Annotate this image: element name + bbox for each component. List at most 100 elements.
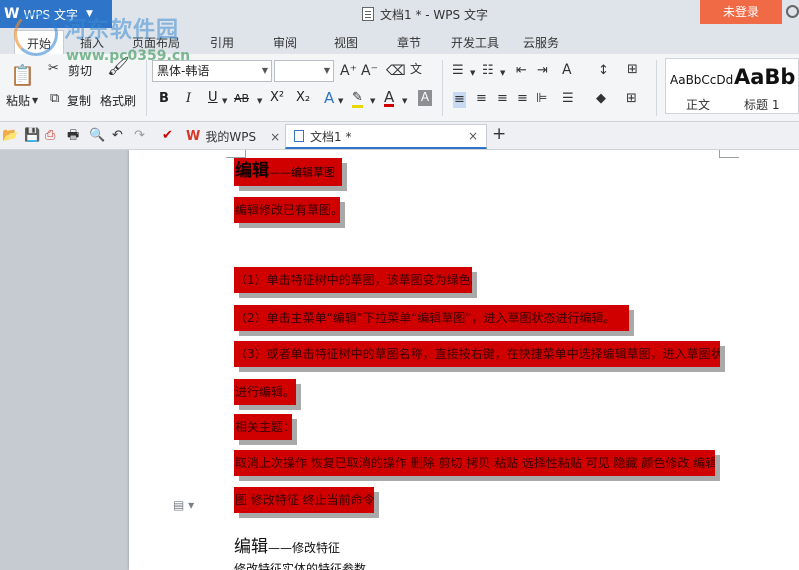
tab-references[interactable]: 引用 (210, 34, 234, 51)
chevron-down-icon[interactable]: ▼ (338, 94, 343, 108)
style-normal-sample[interactable]: AaBbCcDd (670, 73, 733, 87)
doc-line: （1）单击特征树中的草图，该草图变为绿色。 (234, 267, 472, 293)
sort-icon[interactable]: ↕ (598, 64, 609, 78)
tab-chapter[interactable]: 章节 (397, 34, 421, 51)
tab-page-layout[interactable]: 页面布局 (132, 34, 180, 51)
subscript-button[interactable]: X₂ (296, 90, 310, 105)
document-page[interactable]: ▤ ▾ 编辑——编辑草图 编辑修改已有草图。 （1）单击特征树中的草图，该草图变… (129, 150, 799, 570)
superscript-button[interactable]: X² (270, 90, 284, 105)
paragraph-layout-icon[interactable]: ▤ ▾ (173, 498, 194, 512)
style-heading1-sample[interactable]: AaBb (734, 65, 795, 89)
justify-icon[interactable]: ≡ (517, 92, 528, 106)
tab-cloud-service[interactable]: 云服务 (523, 34, 559, 51)
print-icon[interactable]: 🖶 (67, 129, 79, 143)
doc-line: （3）或者单击特征树中的草图名称，直接按右键，在快捷菜单中选择编辑草图，进入草图… (234, 341, 720, 367)
change-case-icon[interactable]: A (562, 63, 572, 77)
document-workspace: ▤ ▾ 编辑——编辑草图 编辑修改已有草图。 （1）单击特征树中的草图，该草图变… (0, 150, 799, 570)
paste-icon[interactable]: 📋 (10, 64, 35, 86)
underline-button[interactable]: U (208, 90, 218, 105)
document-icon (362, 7, 374, 21)
undo-icon[interactable]: ↶ (112, 129, 123, 143)
tab-document1[interactable]: 文档1 * × (285, 124, 487, 149)
align-center-icon[interactable]: ≡ (476, 92, 487, 106)
new-tab-button[interactable]: + (492, 126, 506, 143)
grow-font-icon[interactable]: A⁺ (340, 64, 357, 78)
tab-insert[interactable]: 插入 (80, 34, 104, 51)
font-color-icon[interactable]: A (384, 90, 395, 107)
borders-icon[interactable]: ⊞ (626, 92, 637, 106)
style-heading1-name[interactable]: 标题 1 (744, 96, 779, 113)
app-menu-button[interactable]: W WPS 文字 ▼ (0, 0, 112, 28)
document-icon (294, 130, 304, 142)
help-icon[interactable] (786, 5, 799, 18)
align-right-icon[interactable]: ≡ (497, 92, 508, 106)
chevron-down-icon[interactable]: ▼ (500, 66, 505, 80)
line-spacing-icon[interactable]: ☰ (562, 92, 574, 106)
tab-developer[interactable]: 开发工具 (451, 34, 499, 51)
close-icon[interactable]: × (270, 130, 280, 144)
text-effect-icon[interactable]: A (324, 91, 334, 106)
open-folder-icon[interactable]: 📂 (2, 129, 18, 143)
italic-button[interactable]: I (186, 91, 191, 106)
chevron-down-icon[interactable]: ▼ (402, 94, 407, 108)
save-icon[interactable]: 💾 (24, 129, 40, 143)
tab-my-wps[interactable]: W 我的WPS × (186, 124, 280, 149)
phonetic-icon[interactable]: 文 (410, 62, 422, 76)
redo-icon[interactable]: ↷ (134, 129, 145, 143)
distributed-align-icon[interactable]: ⊫ (536, 92, 547, 106)
chevron-down-icon[interactable]: ▼ (470, 66, 475, 80)
format-painter-button[interactable]: 格式刷 (100, 92, 136, 109)
copy-icon[interactable]: ⧉ (50, 92, 59, 106)
app-name: WPS 文字 (23, 7, 78, 22)
shading-icon[interactable]: ◆ (596, 92, 606, 106)
increase-indent-icon[interactable]: ⇥ (537, 64, 548, 78)
doc-heading-2-main: 编辑 (234, 537, 268, 557)
doc-heading-2-sub: ——修改特征 (268, 541, 341, 555)
font-name-value: 黑体-韩语 (157, 64, 210, 78)
highlight-color-icon[interactable]: ✎ (352, 91, 363, 108)
tab-home[interactable]: 开始 (14, 30, 65, 54)
window-title-text: 文档1 * - WPS 文字 (380, 7, 488, 22)
export-pdf-icon[interactable]: ⎙ (45, 129, 55, 143)
doc-line: 图 修改特征 终止当前命令 (234, 487, 374, 513)
ribbon-tab-bar: 开始 插入 页面布局 引用 审阅 视图 章节 开发工具 云服务 (0, 28, 799, 54)
scissors-icon[interactable]: ✂ (48, 62, 59, 76)
shrink-font-icon[interactable]: A⁻ (361, 64, 378, 78)
format-painter-icon[interactable]: 🖌 (107, 58, 130, 76)
doc-heading-main: 编辑 (235, 161, 269, 181)
clear-format-icon[interactable]: ⌫ (386, 64, 406, 78)
align-left-icon[interactable]: ≡ (453, 92, 466, 108)
strikethrough-button[interactable]: AB (234, 92, 249, 105)
login-button[interactable]: 未登录 (700, 0, 782, 24)
character-shading-icon[interactable]: A (418, 90, 432, 106)
customize-toolbar-icon[interactable]: ✔ (162, 129, 173, 143)
font-size-select[interactable]: ▼ (274, 60, 334, 82)
bold-button[interactable]: B (159, 91, 169, 106)
font-name-select[interactable]: 黑体-韩语 ▼ (152, 60, 272, 82)
doc-line: （2）单击主菜单“编辑”下拉菜单“编辑草图”，进入草图状态进行编辑。 (234, 305, 629, 331)
doc-heading-sub: ——编辑草图 (269, 166, 335, 179)
chevron-down-icon[interactable]: ▼ (257, 94, 262, 108)
print-preview-icon[interactable]: 🔍 (89, 129, 105, 143)
doc-heading-2: 编辑——修改特征 (234, 532, 340, 557)
tab-view[interactable]: 视图 (334, 34, 358, 51)
doc-tab-label: 文档1 * (310, 129, 352, 144)
copy-button[interactable]: 复制 (67, 92, 91, 109)
close-icon[interactable]: × (468, 129, 478, 143)
chevron-down-icon[interactable]: ▼ (222, 94, 227, 108)
cut-button[interactable]: 剪切 (68, 62, 92, 79)
numbered-list-icon[interactable]: ☷ (482, 64, 494, 78)
doc-tab-label: 我的WPS (205, 130, 257, 144)
tab-review[interactable]: 审阅 (273, 34, 297, 51)
wps-logo-icon: W (4, 6, 20, 22)
wps-logo-icon: W (186, 129, 201, 144)
bullet-list-icon[interactable]: ☰ (452, 64, 464, 78)
paste-button[interactable]: 粘贴 (6, 92, 30, 109)
style-normal-name[interactable]: 正文 (686, 96, 710, 113)
paste-dropdown-icon[interactable]: ▼ (32, 94, 38, 108)
window-title: 文档1 * - WPS 文字 (362, 4, 488, 24)
border-icon[interactable]: ⊞ (627, 63, 638, 77)
doc-paragraph: 修改特征实体的特征参数。 (234, 562, 379, 570)
chevron-down-icon[interactable]: ▼ (370, 94, 375, 108)
decrease-indent-icon[interactable]: ⇤ (516, 64, 527, 78)
